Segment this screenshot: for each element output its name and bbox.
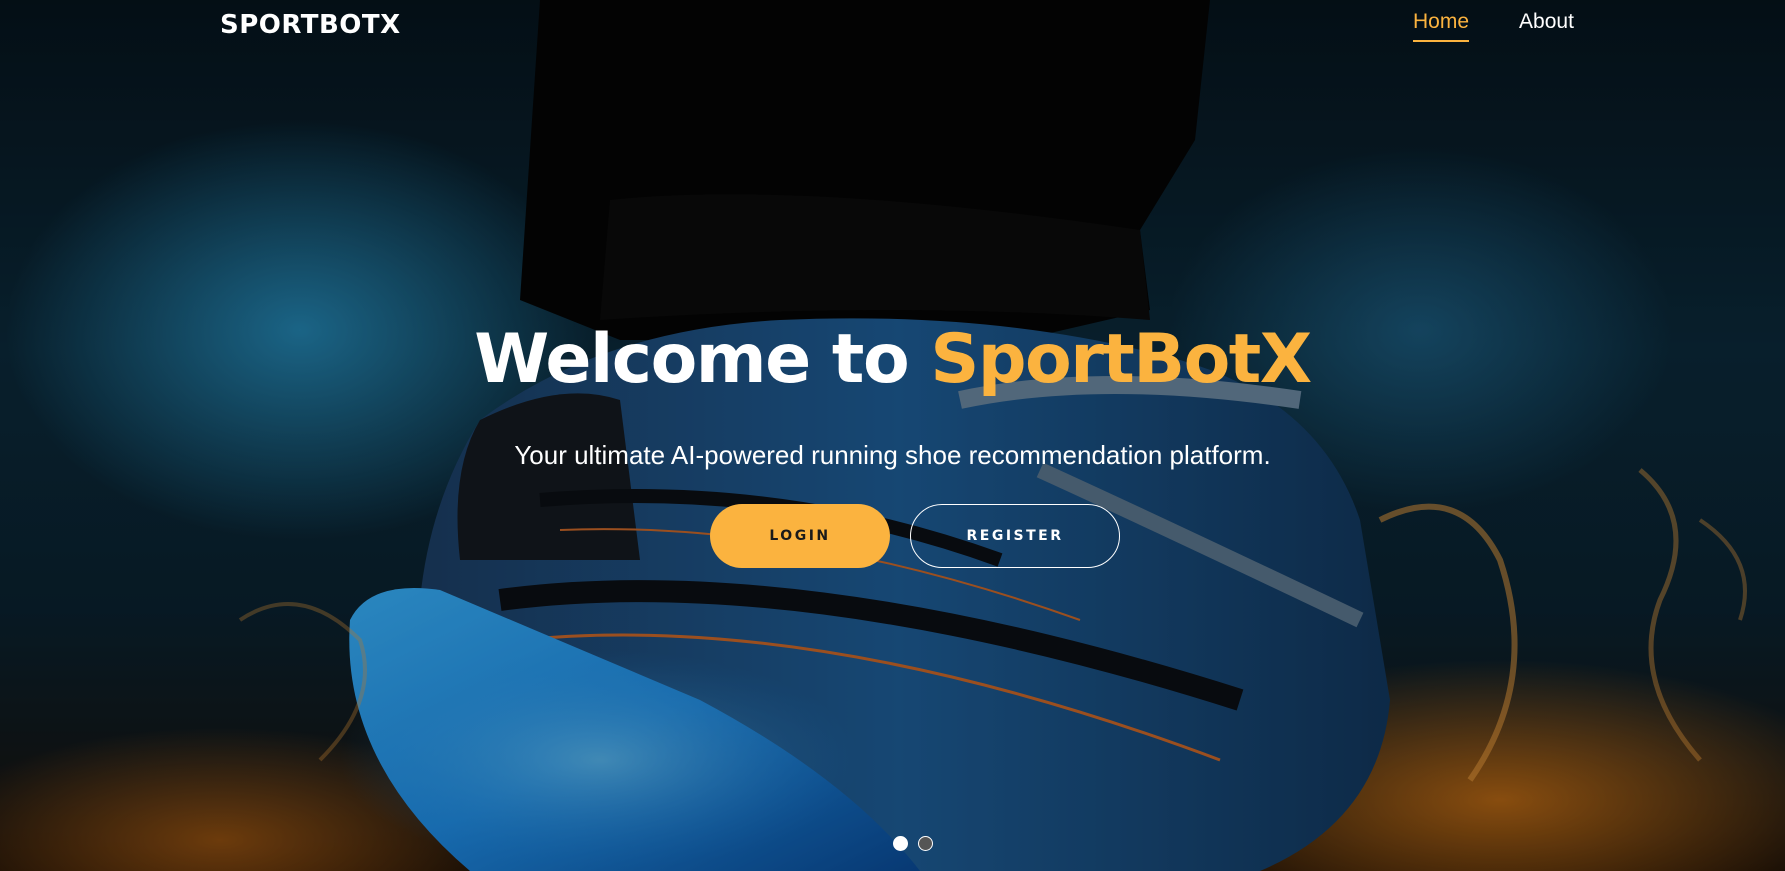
- hero-tagline: Your ultimate AI-powered running shoe re…: [514, 440, 1271, 470]
- hero-section: SPORTBOTX Home About Welcome to SportBot…: [0, 0, 1785, 871]
- carousel-dot-2[interactable]: [918, 836, 933, 851]
- site-logo[interactable]: SPORTBOTX: [220, 10, 401, 40]
- headline-prefix: Welcome to: [474, 320, 931, 399]
- nav-link-about[interactable]: About: [1519, 10, 1574, 42]
- register-button[interactable]: REGISTER: [910, 504, 1120, 568]
- hero-headline: Welcome to SportBotX: [0, 320, 1785, 399]
- carousel-indicators: [893, 836, 933, 851]
- carousel-dot-1[interactable]: [893, 836, 908, 851]
- main-nav: Home About: [1413, 10, 1574, 42]
- nav-link-home[interactable]: Home: [1413, 10, 1470, 42]
- login-button[interactable]: LOGIN: [710, 504, 890, 568]
- hero-background-image: [0, 0, 1785, 871]
- headline-brand: SportBotX: [930, 320, 1312, 399]
